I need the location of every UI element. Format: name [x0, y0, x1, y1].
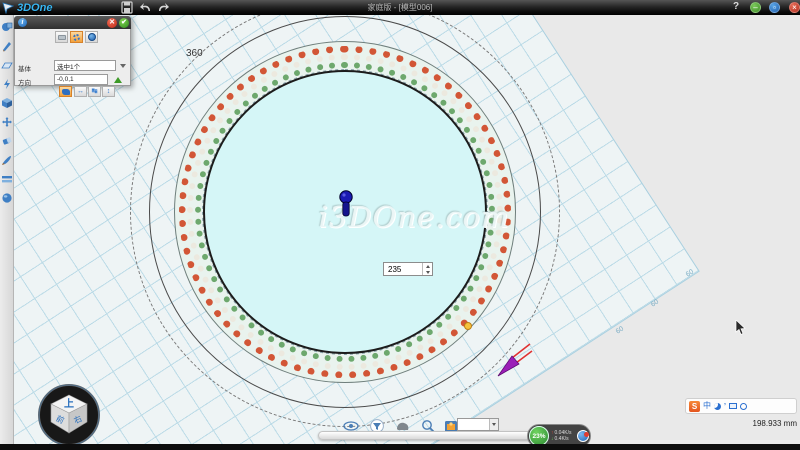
cube-tool-icon[interactable] [1, 97, 13, 109]
info-icon: i [18, 18, 27, 27]
variant-arrow3-button[interactable]: ↕ [102, 86, 115, 97]
direction-label: 方向 [18, 77, 31, 87]
mode-globe-button[interactable] [85, 31, 98, 43]
logo-icon [2, 2, 14, 14]
quick-edit-tool-icon[interactable] [1, 78, 13, 90]
sketch-plane-tool-icon[interactable] [1, 59, 13, 71]
soft-keyboard-icon[interactable] [729, 403, 737, 409]
variant-solid-button[interactable] [59, 86, 72, 97]
close-button[interactable]: × [789, 2, 800, 13]
base-body-input[interactable]: 选中1个 [54, 60, 116, 71]
navcube-top-label: 上 [64, 397, 74, 410]
dialog-confirm-button[interactable]: ✔ [119, 18, 129, 28]
punctuation-icon[interactable]: ’ [724, 403, 726, 410]
ime-toolbar[interactable]: S 中 ’ [685, 398, 797, 414]
dialog-cancel-button[interactable]: ✕ [107, 18, 117, 28]
toolbox-icon[interactable] [740, 403, 747, 410]
undo-icon[interactable] [139, 1, 153, 14]
paint-brush-tool-icon[interactable] [1, 154, 13, 166]
mode-gear-button[interactable] [70, 31, 83, 43]
spinner-input[interactable] [384, 263, 422, 275]
memory-percent-badge[interactable]: 23% [529, 426, 549, 446]
combo-dropdown-icon[interactable] [489, 419, 498, 430]
window-title: 家庭版 - [模型006] [300, 2, 500, 13]
expander-chevron-icon[interactable] [120, 64, 126, 68]
app-logo: 3DOne [2, 0, 52, 15]
logo-text: 3DOne [17, 2, 52, 14]
mouse-cursor [735, 320, 747, 336]
draft-options-dialog: i ✕ ✔ 基体 选中1个 方向 -0,0,1 ↔ ↹ ↕ [14, 16, 131, 86]
dialog-header[interactable]: i ✕ ✔ [14, 16, 131, 29]
navigation-cube[interactable]: 上 前 右 [37, 383, 101, 447]
sketch-pencil-tool-icon[interactable] [1, 40, 13, 52]
mode-plain-button[interactable] [55, 31, 68, 43]
left-toolbar [0, 15, 14, 445]
base-body-label: 基体 [18, 63, 31, 73]
download-arrow-icon: ↓ [551, 436, 554, 442]
chinese-mode-icon[interactable]: 中 [703, 401, 711, 411]
rotation-handle-arrow[interactable] [492, 340, 534, 382]
fullhalf-moon-icon[interactable] [714, 403, 721, 410]
dialog-body: 基体 选中1个 方向 -0,0,1 ↔ ↹ ↕ [14, 29, 131, 86]
view-combo-input[interactable] [458, 419, 489, 430]
titlebar: 3DOne 家庭版 - [模型006] ? – ▫ × [0, 0, 800, 15]
sogou-logo-icon[interactable]: S [689, 401, 700, 412]
shapes-tool-icon[interactable] [1, 21, 13, 33]
variant-arrow1-button[interactable]: ↔ [74, 86, 87, 97]
direction-pick-button[interactable] [112, 74, 123, 85]
accelerator-ball-icon[interactable] [577, 430, 589, 442]
variant-arrow2-button[interactable]: ↹ [88, 86, 101, 97]
redo-icon[interactable] [156, 1, 170, 14]
viewport[interactable]: 60 60 60 i3DOne.com 360 [14, 15, 800, 450]
value-spinner[interactable] [383, 262, 433, 276]
angle-dimension-label: 360 [186, 48, 203, 59]
sphere-tool-icon[interactable] [1, 192, 13, 204]
download-speed: 0.4K/s [555, 436, 569, 442]
help-button[interactable]: ? [733, 1, 739, 12]
watermark: i3DOne.com [294, 200, 534, 234]
measurement-readout: 198.933 mm [700, 419, 797, 428]
spinner-buttons[interactable] [422, 263, 432, 275]
net-speeds: ↑0.04K/s ↓0.4K/s [549, 430, 577, 442]
restore-button[interactable]: ▫ [769, 2, 780, 13]
spinner-down-icon[interactable] [423, 269, 432, 275]
grid-axis-label: 60 [615, 325, 625, 335]
save-icon[interactable] [120, 1, 134, 14]
view-preset-combo[interactable] [457, 418, 499, 431]
direction-input[interactable]: -0,0,1 [54, 74, 108, 85]
move-cross-tool-icon[interactable] [1, 116, 13, 128]
taskbar-edge [0, 444, 800, 450]
center-anchor-pin[interactable] [337, 189, 355, 221]
tangent-point-marker[interactable] [464, 322, 472, 330]
eraser-tool-icon[interactable] [1, 135, 13, 147]
section-lines-tool-icon[interactable] [1, 173, 13, 185]
collapsed-toolbar-pill[interactable] [318, 431, 540, 440]
minimize-button[interactable]: – [750, 2, 761, 13]
